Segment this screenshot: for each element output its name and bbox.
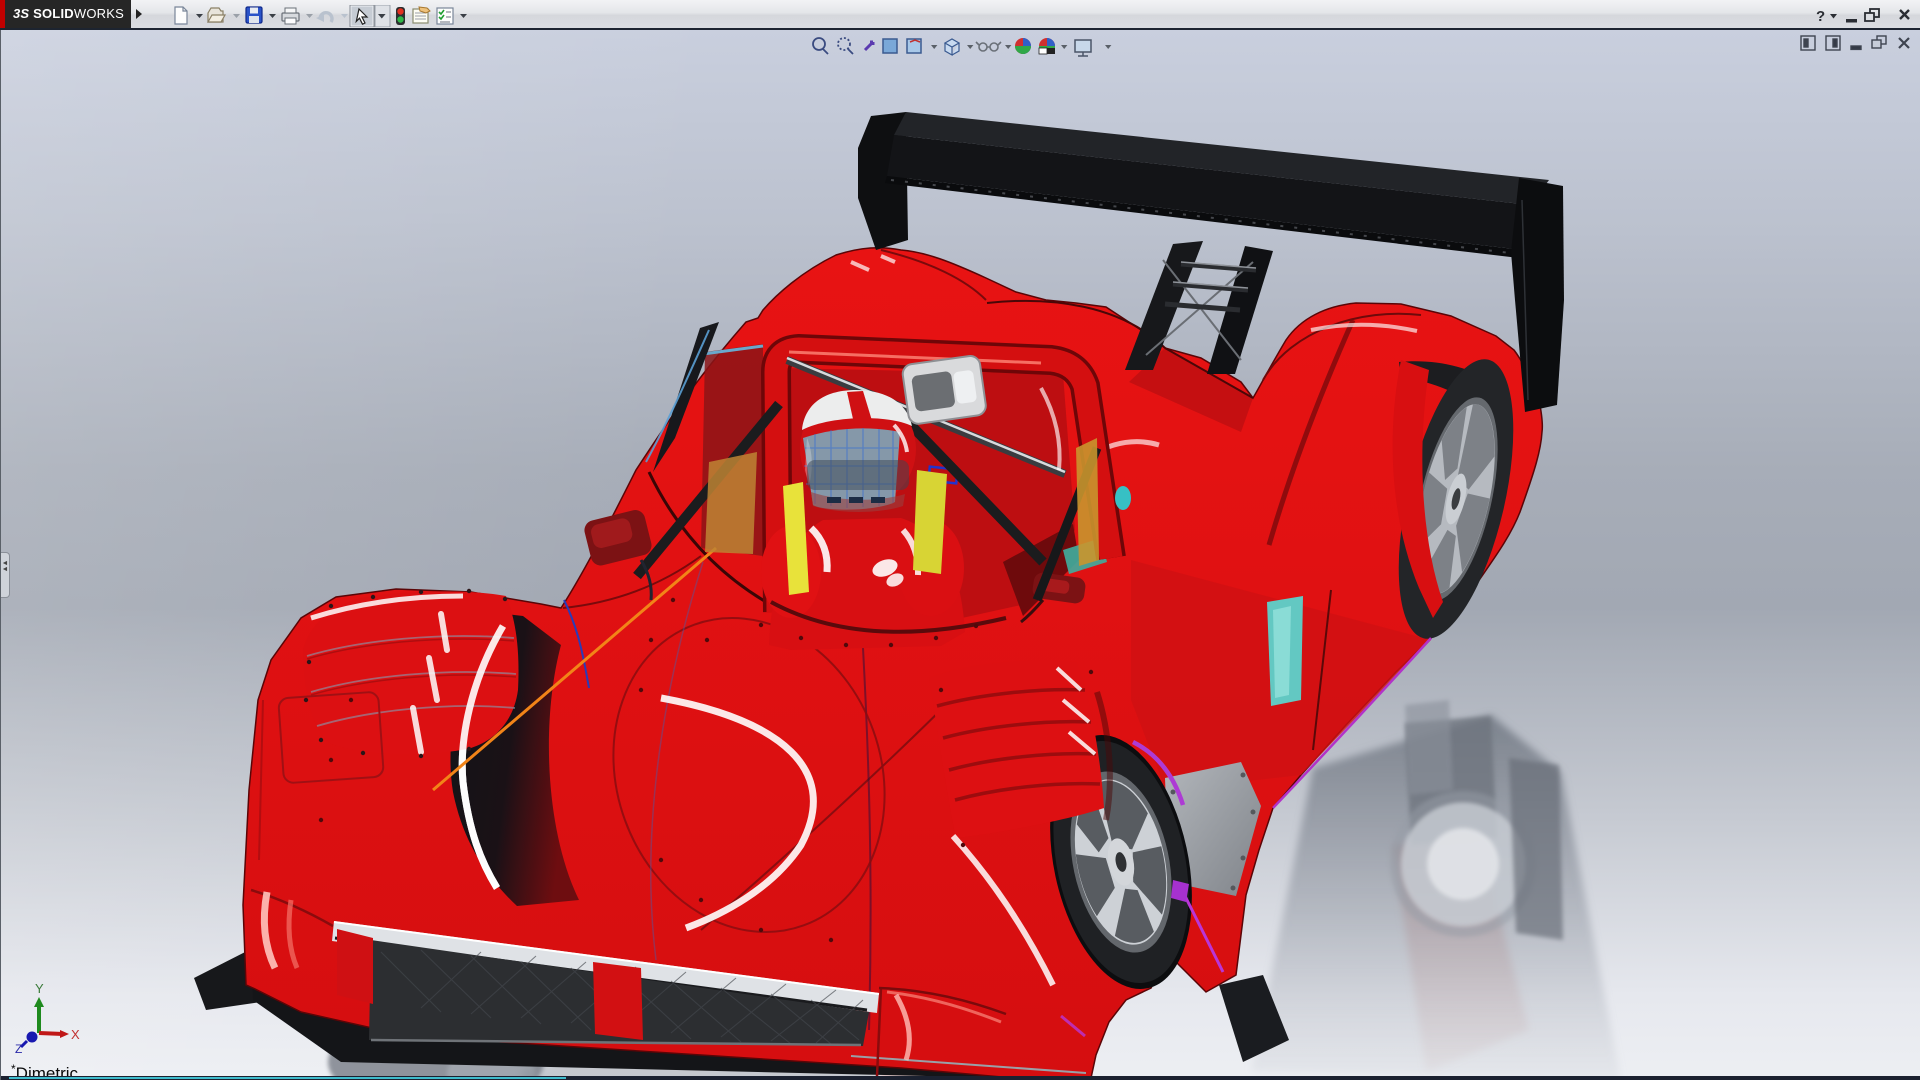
svg-text:Z: Z [15,1042,22,1055]
svg-text:Y: Y [35,981,44,996]
svg-text:?: ? [1816,8,1825,25]
svg-text:X: X [71,1027,80,1042]
